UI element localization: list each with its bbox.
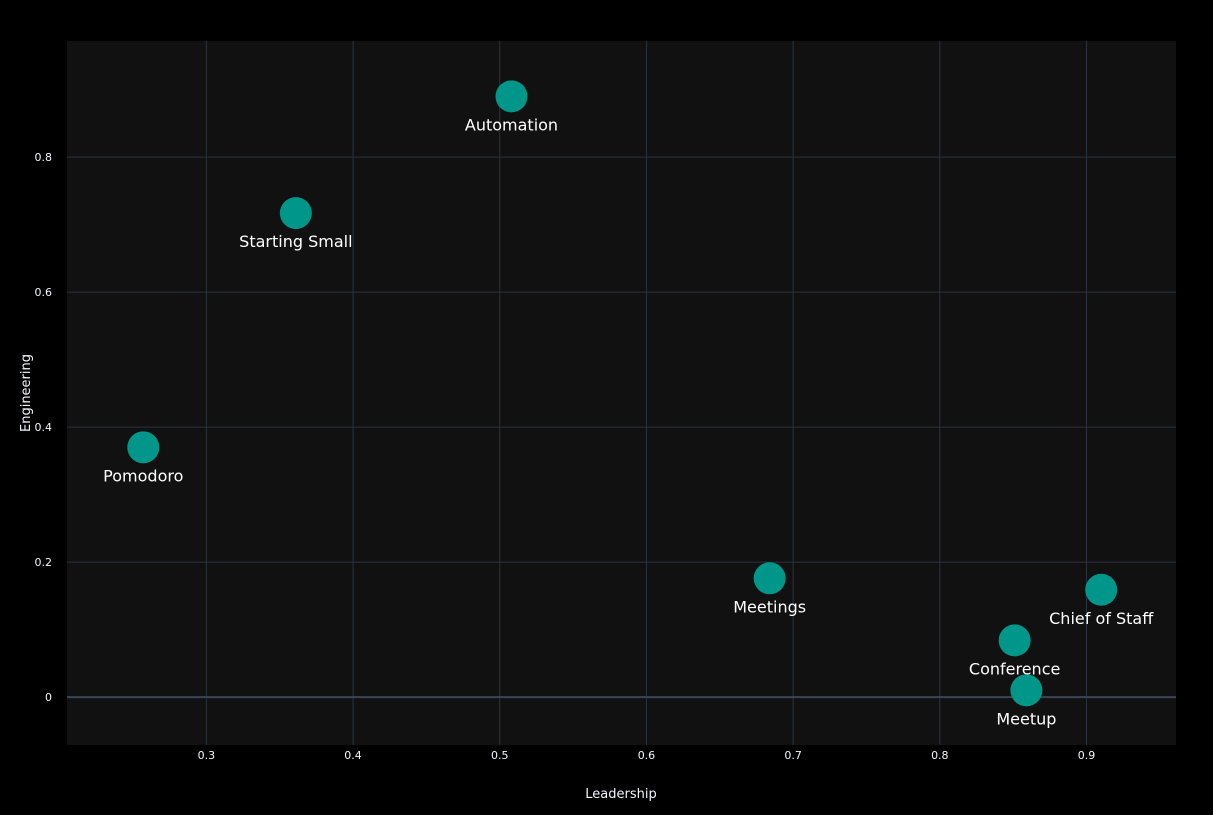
y-tick-label: 0	[45, 691, 52, 704]
data-point[interactable]	[753, 562, 786, 595]
data-point-label: Pomodoro	[103, 466, 183, 485]
data-point[interactable]	[279, 197, 312, 230]
data-point[interactable]	[495, 80, 528, 113]
y-tick-label: 0.4	[35, 421, 53, 434]
data-point-label: Meetup	[996, 709, 1056, 728]
data-point[interactable]	[127, 431, 160, 464]
x-tick-label: 0.5	[491, 749, 509, 762]
data-point-label: Meetings	[733, 597, 806, 616]
scatter-chart: 0.3 0.4 0.5 0.6 0.7 0.8 0.9 0 0.2 0.4 0.6 0.8 Autom…	[19, 41, 1176, 802]
data-point[interactable]	[998, 624, 1031, 657]
x-tick-label: 0.9	[1078, 749, 1096, 762]
data-point-label: Conference	[969, 659, 1060, 678]
data-point[interactable]	[1085, 573, 1118, 606]
y-axis-title: Engineering	[19, 354, 34, 432]
x-tick-label: 0.8	[931, 749, 949, 762]
y-tick-label: 0.2	[35, 556, 53, 569]
y-tick-label: 0.8	[35, 151, 53, 164]
x-axis-title: Leadership	[585, 787, 656, 802]
data-point-label: Chief of Staff	[1049, 609, 1154, 628]
data-point[interactable]	[1010, 674, 1043, 707]
x-tick-label: 0.7	[784, 749, 802, 762]
data-point-label: Starting Small	[239, 232, 352, 251]
y-tick-label: 0.6	[35, 286, 53, 299]
x-tick-label: 0.6	[638, 749, 656, 762]
x-tick-label: 0.3	[198, 749, 216, 762]
x-tick-label: 0.4	[344, 749, 362, 762]
data-point-label: Automation	[465, 115, 558, 134]
